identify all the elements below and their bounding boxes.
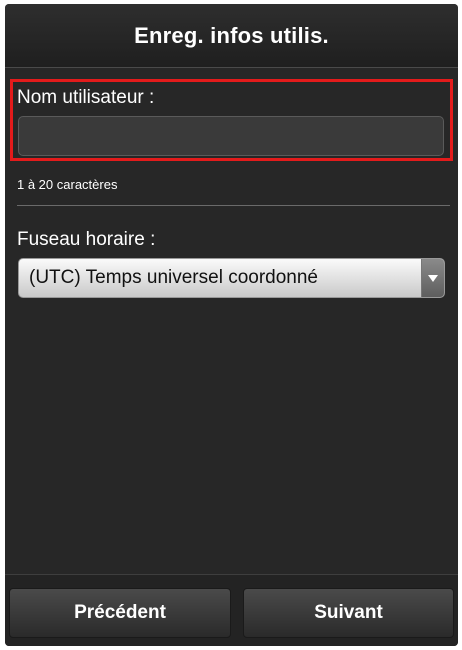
divider bbox=[17, 205, 450, 206]
chevron-down-icon[interactable] bbox=[421, 259, 444, 297]
username-label: Nom utilisateur : bbox=[17, 87, 155, 108]
user-info-screen: Enreg. infos utilis. Nom utilisateur : 1… bbox=[5, 4, 458, 646]
title-bar: Enreg. infos utilis. bbox=[5, 4, 458, 68]
username-input[interactable] bbox=[18, 116, 444, 156]
previous-button[interactable]: Précédent bbox=[9, 588, 231, 638]
next-button[interactable]: Suivant bbox=[243, 588, 454, 638]
timezone-selected-value: (UTC) Temps universel coordonné bbox=[29, 267, 318, 288]
footer-bar: Précédent Suivant bbox=[5, 574, 458, 646]
timezone-label: Fuseau horaire : bbox=[17, 229, 156, 250]
username-hint: 1 à 20 caractères bbox=[17, 177, 118, 192]
timezone-select[interactable]: (UTC) Temps universel coordonné bbox=[18, 258, 445, 298]
page-title: Enreg. infos utilis. bbox=[134, 22, 329, 48]
